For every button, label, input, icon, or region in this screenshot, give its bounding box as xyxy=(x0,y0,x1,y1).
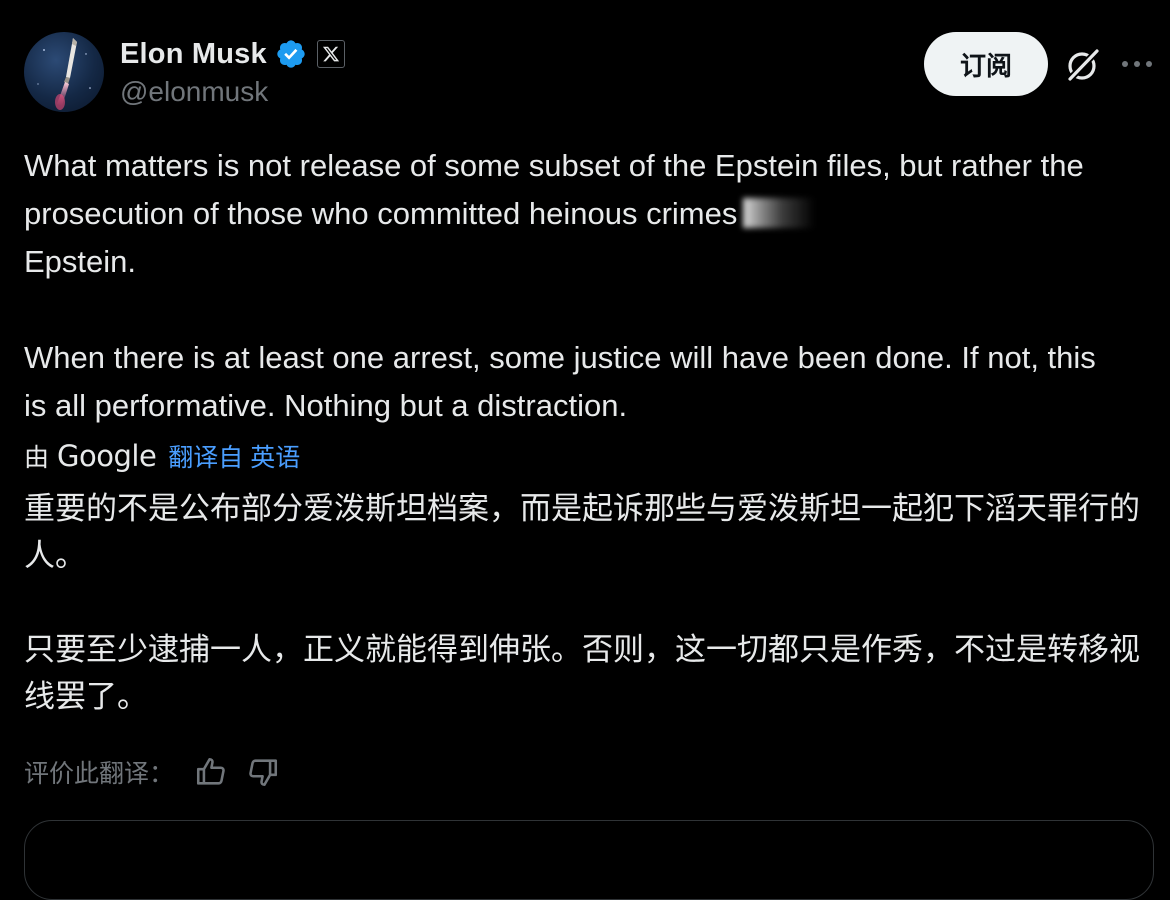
rocket-avatar-icon xyxy=(37,38,91,110)
translated-by-label: 由 xyxy=(24,444,50,472)
display-name[interactable]: Elon Musk xyxy=(120,38,267,71)
tweet-paragraph-1: What matters is not release of some subs… xyxy=(24,142,1124,286)
google-logo: Google xyxy=(57,439,157,473)
name-row: Elon Musk xyxy=(120,36,345,72)
x-logo-icon xyxy=(322,46,339,62)
rate-translation-row: 评价此翻译： xyxy=(24,752,298,792)
rate-translation-label: 评价此翻译： xyxy=(24,759,175,788)
tweet-paragraph-1-text: What matters is not release of some subs… xyxy=(24,148,1084,231)
handle[interactable]: @elonmusk xyxy=(120,76,268,108)
next-card-edge xyxy=(24,820,1154,900)
translated-from-link[interactable]: 翻译自 英语 xyxy=(168,438,300,474)
subscribe-button[interactable]: 订阅 xyxy=(924,32,1048,96)
translation-attribution: 由 Google 翻译自 英语 xyxy=(24,436,300,476)
thumbs-up-icon[interactable] xyxy=(194,755,228,789)
translated-paragraph-1: 重要的不是公布部分爱泼斯坦档案，而是起诉那些与爱泼斯坦一起犯下滔天罪行的人。 xyxy=(24,491,1140,574)
x-affiliation-badge[interactable] xyxy=(316,40,345,68)
redacted-overlay xyxy=(743,198,816,228)
grok-icon[interactable] xyxy=(1064,46,1102,84)
more-dots-icon[interactable] xyxy=(1120,52,1154,76)
tweet-paragraph-1-end: Epstein. xyxy=(24,244,137,279)
thumbs-down-icon[interactable] xyxy=(246,755,280,789)
translated-paragraph-2: 只要至少逮捕一人，正义就能得到伸张。否则，这一切都只是作秀，不过是转移视线罢了。 xyxy=(24,632,1140,715)
verified-badge-icon[interactable] xyxy=(275,38,307,70)
translated-body: 重要的不是公布部分爱泼斯坦档案，而是起诉那些与爱泼斯坦一起犯下滔天罪行的人。 只… xyxy=(24,486,1154,721)
tweet-body: What matters is not release of some subs… xyxy=(24,142,1124,430)
tweet-header: Elon Musk @elonmusk 订阅 xyxy=(24,30,1154,114)
tweet-paragraph-2: When there is at least one arrest, some … xyxy=(24,340,1096,423)
avatar[interactable] xyxy=(24,32,104,112)
